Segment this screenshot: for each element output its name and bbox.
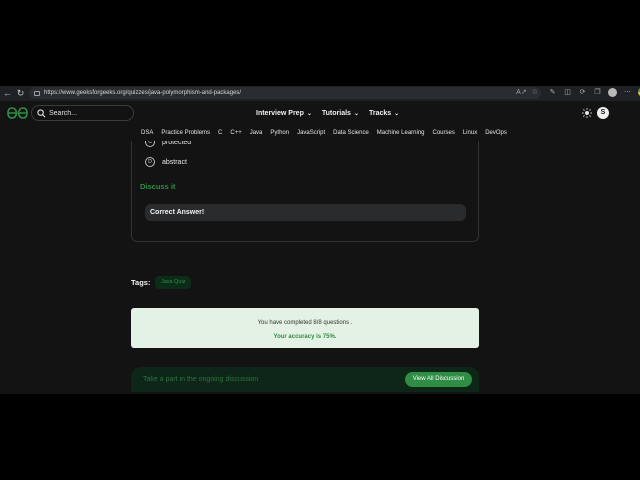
subnav-item-courses[interactable]: Courses xyxy=(433,130,455,136)
subnav-item-java[interactable]: Java xyxy=(250,130,263,136)
sync-icon[interactable]: ⟳ xyxy=(578,88,587,97)
search-box[interactable] xyxy=(31,105,134,121)
option-text: protected xyxy=(162,141,192,146)
subnav-item-practice-problems[interactable]: Practice Problems xyxy=(161,130,210,136)
option-letter: D xyxy=(145,157,155,167)
url-text[interactable]: https://www.geeksforgeeks.org/quizzes/ja… xyxy=(44,90,241,96)
top-nav: Interview Prep ⌄ Tutorials ⌄ Tracks ⌄ xyxy=(256,101,399,125)
option-text: abstract xyxy=(162,158,187,166)
category-nav: DSA Practice Problems C C++ Java Python … xyxy=(0,125,640,141)
subnav-item-python[interactable]: Python xyxy=(270,130,289,136)
user-avatar[interactable]: S xyxy=(597,107,609,119)
extension-icon[interactable]: ✎ xyxy=(548,88,557,97)
profile-avatar-icon[interactable] xyxy=(608,87,617,97)
search-icon xyxy=(37,108,46,117)
favorite-star-icon[interactable]: ☆ xyxy=(532,88,538,96)
site-header: Interview Prep⌄ Tutorials⌄ Tracks⌄ S xyxy=(0,101,640,125)
subnav-item-machine-learning[interactable]: Machine Learning xyxy=(377,130,425,136)
browser-toolbar: ← ↻ https://www.geeksforgeeks.org/quizze… xyxy=(0,86,640,101)
option-c[interactable]: C protected xyxy=(145,141,191,147)
option-letter: C xyxy=(145,141,155,147)
view-all-discussion-button[interactable]: View All Discussion xyxy=(405,372,472,387)
split-screen-icon[interactable]: ◫ xyxy=(563,88,572,97)
completed-text: You have completed 8/8 questions . xyxy=(257,320,353,326)
theme-toggle-sun-icon[interactable] xyxy=(582,108,592,118)
discussion-bar: Take a part in the ongoing discussion Vi… xyxy=(131,367,479,392)
option-d[interactable]: D abstract xyxy=(145,157,187,167)
more-menu-icon[interactable]: ⋯ xyxy=(623,88,632,97)
search-input[interactable] xyxy=(46,109,129,117)
read-aloud-icon[interactable]: A↗ xyxy=(516,88,527,96)
nav-interview-prep[interactable]: Interview Prep ⌄ xyxy=(256,110,312,117)
quiz-page: C protected D abstract Discuss it Correc… xyxy=(0,141,640,394)
nav-tutorials[interactable]: Tutorials ⌄ xyxy=(322,110,359,117)
discussion-prompt: Take a part in the ongoing discussion xyxy=(143,376,259,383)
reload-icon[interactable]: ↻ xyxy=(14,87,27,100)
quiz-result-box: You have completed 8/8 questions . Your … xyxy=(131,308,479,348)
chevron-down-icon: ⌄ xyxy=(394,110,400,117)
gfg-logo-icon[interactable] xyxy=(7,107,28,119)
subnav-item-cpp[interactable]: C++ xyxy=(230,130,241,136)
correct-answer-banner: Correct Answer! xyxy=(145,204,466,221)
subnav-item-c[interactable]: C xyxy=(218,130,222,136)
chevron-down-icon: ⌄ xyxy=(353,110,359,117)
accuracy-text: Your accuracy is 75%. xyxy=(273,334,337,340)
subnav-item-dsa[interactable]: DSA xyxy=(141,130,153,136)
back-arrow-icon[interactable]: ← xyxy=(1,87,14,100)
subnav-item-javascript[interactable]: JavaScript xyxy=(297,130,325,136)
question-card: C protected D abstract Discuss it Correc… xyxy=(131,141,479,242)
nav-tracks[interactable]: Tracks ⌄ xyxy=(369,110,399,117)
tag-java-quiz[interactable]: Java Quiz xyxy=(155,276,192,289)
address-bar[interactable]: https://www.geeksforgeeks.org/quizzes/ja… xyxy=(29,87,541,99)
subnav-item-linux[interactable]: Linux xyxy=(463,130,477,136)
tags-label: Tags: xyxy=(131,278,151,287)
subnav-item-data-science[interactable]: Data Science xyxy=(333,130,369,136)
discuss-it-link[interactable]: Discuss it xyxy=(140,182,175,191)
correct-answer-text: Correct Answer! xyxy=(150,209,205,216)
lock-icon xyxy=(34,90,40,96)
collections-icon[interactable]: ❐ xyxy=(593,88,602,97)
chevron-down-icon: ⌄ xyxy=(306,110,312,117)
subnav-item-devops[interactable]: DevOps xyxy=(485,130,507,136)
